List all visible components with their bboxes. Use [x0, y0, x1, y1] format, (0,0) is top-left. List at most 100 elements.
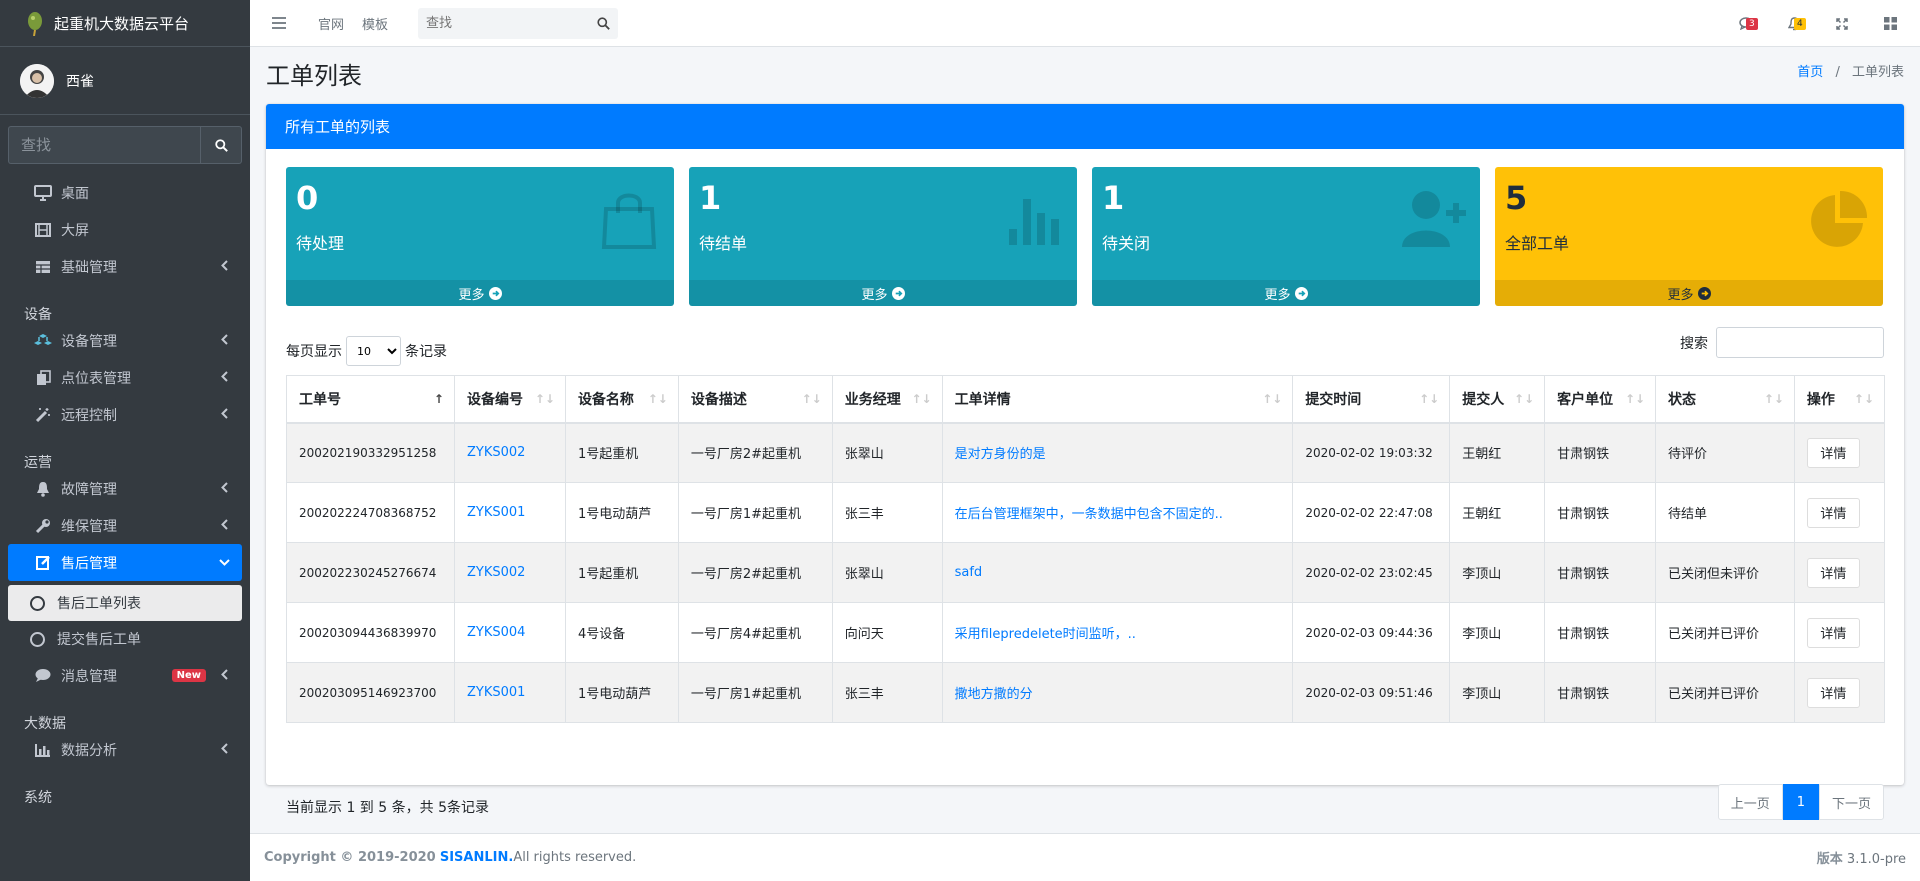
pagination: 上一页 1 下一页: [1717, 784, 1884, 820]
sidebar-item-messages[interactable]: 消息管理 New: [8, 657, 242, 694]
stat-box-to-close: 1 待关闭 更多: [1092, 167, 1480, 306]
sidebar-item-desktop[interactable]: 桌面: [8, 174, 242, 211]
stat-label: 待处理: [296, 234, 345, 253]
sidebar-item-label: 数据分析: [61, 742, 117, 759]
cell-detail: 撒地方撒的分: [941, 662, 1294, 723]
device-code-link[interactable]: ZYKS004: [467, 625, 525, 640]
hamburger-icon: [272, 17, 286, 29]
cell-text: 待结单: [1668, 507, 1708, 522]
column-header[interactable]: 工单号 ↑: [286, 375, 455, 424]
ticket-detail-link[interactable]: 在后台管理框架中，一条数据中包含不固定的..: [955, 507, 1223, 522]
cell-text: 2020-02-02 19:03:32: [1305, 445, 1433, 460]
stat-value: 1: [699, 179, 722, 217]
nav-header-bigdata: 大数据: [24, 716, 66, 732]
cell-name: 1号起重机: [564, 422, 679, 483]
table-info: 当前显示 1 到 5 条，共 5条记录: [286, 800, 489, 816]
nav-link-template[interactable]: 模板: [362, 14, 388, 33]
cell-text: 一号厂房2#起重机: [690, 567, 802, 582]
detail-button[interactable]: 详情: [1806, 497, 1860, 528]
sidebar-item-bigscreen[interactable]: 大屏: [8, 211, 242, 248]
navbar-right: 3 4: [1722, 0, 1920, 47]
sidebar-search-button[interactable]: [200, 126, 242, 164]
fullscreen-button[interactable]: [1818, 0, 1866, 47]
column-header-label: 状态: [1668, 391, 1697, 408]
stat-box-pending: 0 待处理 更多: [286, 167, 674, 306]
cell-code: ZYKS001: [453, 662, 566, 723]
device-code-link[interactable]: ZYKS001: [467, 685, 525, 700]
column-header[interactable]: 设备名称 ↑↓: [564, 375, 679, 424]
sidebar-item-points[interactable]: 点位表管理: [8, 359, 242, 396]
brand-link[interactable]: 起重机大数据云平台: [0, 0, 250, 47]
navbar-search-button[interactable]: [588, 8, 618, 39]
cell-detail: 采用filepredelete时间监听，..: [941, 602, 1294, 663]
stat-more-link[interactable]: 更多: [689, 280, 1077, 306]
sidebar-item-data-analysis[interactable]: 数据分析: [8, 731, 242, 768]
site-link[interactable]: SISANLIN.: [440, 850, 513, 865]
detail-button[interactable]: 详情: [1806, 557, 1860, 588]
navbar-search-input[interactable]: [418, 7, 589, 39]
cell-text: 李顶山: [1462, 567, 1502, 582]
ticket-detail-link[interactable]: 撒地方撒的分: [955, 687, 1033, 702]
pagination-next[interactable]: 下一页: [1818, 784, 1884, 820]
copy-icon: [33, 369, 53, 386]
sidebar-item-maintenance[interactable]: 维保管理: [8, 507, 242, 544]
column-header[interactable]: 工单详情 ↑↓: [941, 375, 1294, 424]
sidebar-subitem-submit-ticket[interactable]: 提交售后工单: [8, 621, 242, 657]
user-panel[interactable]: 西雀: [0, 47, 250, 115]
column-header[interactable]: 业务经理 ↑↓: [831, 375, 943, 424]
column-header[interactable]: 状态 ↑↓: [1655, 375, 1795, 424]
device-code-link[interactable]: ZYKS002: [467, 565, 525, 580]
pagination-page[interactable]: 1: [1782, 784, 1819, 820]
detail-button[interactable]: 详情: [1806, 677, 1860, 708]
sidebar-search-input[interactable]: [8, 126, 200, 164]
notifications-dropdown[interactable]: 4: [1770, 0, 1818, 47]
breadcrumb-home-link[interactable]: 首页: [1797, 65, 1823, 80]
brand-logo-icon: [22, 10, 46, 37]
content-wrapper: 工单列表 首页 / 工单列表 所有工单的列表 0 待处理 更多 1 待结单 更多…: [250, 47, 1920, 833]
sort-icon: ↑↓: [1624, 392, 1646, 406]
ticket-detail-link[interactable]: safd: [955, 565, 983, 580]
sidebar-item-fault[interactable]: 故障管理: [8, 470, 242, 507]
table-search-input[interactable]: [1716, 327, 1884, 358]
menu-toggle-button[interactable]: [272, 17, 302, 29]
desktop-icon: [33, 184, 53, 201]
control-sidebar-button[interactable]: [1866, 0, 1914, 47]
detail-button[interactable]: 详情: [1806, 437, 1860, 468]
column-header[interactable]: 客户单位 ↑↓: [1544, 375, 1657, 424]
arrow-circle-right-icon: [488, 286, 502, 300]
stat-more-link[interactable]: 更多: [286, 280, 674, 306]
device-code-link[interactable]: ZYKS002: [467, 445, 525, 460]
pagination-prev[interactable]: 上一页: [1717, 784, 1783, 820]
cell-name: 1号电动葫芦: [564, 482, 679, 543]
messages-dropdown[interactable]: 3: [1722, 0, 1770, 47]
sidebar-subitem-aftersales-list[interactable]: 售后工单列表: [8, 585, 242, 621]
column-header[interactable]: 设备描述 ↑↓: [677, 375, 833, 424]
page-length-suffix: 条记录: [405, 344, 447, 360]
page-length-select[interactable]: 10: [346, 336, 401, 366]
ticket-detail-link[interactable]: 采用filepredelete时间监听，..: [955, 627, 1136, 642]
device-code-link[interactable]: ZYKS001: [467, 505, 525, 520]
sidebar-item-equipment[interactable]: 设备管理: [8, 322, 242, 359]
avatar[interactable]: [20, 63, 54, 98]
sidebar-item-remote[interactable]: 远程控制: [8, 396, 242, 433]
user-name[interactable]: 西雀: [66, 71, 94, 91]
table-row: 200202224708368752 ZYKS001 1号电动葫芦 一号厂房1#起重机…: [286, 482, 1886, 543]
sidebar-item-aftersales[interactable]: 售后管理: [8, 544, 242, 581]
column-header[interactable]: 提交时间 ↑↓: [1292, 375, 1451, 424]
stat-more-link[interactable]: 更多: [1495, 280, 1883, 306]
stat-more-link[interactable]: 更多: [1092, 280, 1480, 306]
sidebar-item-label: 桌面: [61, 185, 89, 202]
nav-link-official[interactable]: 官网: [318, 14, 344, 33]
copyright-text: Copyright © 2019-2020: [264, 850, 436, 865]
ticket-detail-link[interactable]: 是对方身份的是: [955, 447, 1046, 462]
navbar-search: [418, 7, 619, 39]
sidebar: 起重机大数据云平台 西雀 桌面 大屏 基础管理 设备 设备管理 点位表管理: [0, 0, 250, 881]
sort-icon: ↑↓: [1853, 392, 1874, 406]
column-header[interactable]: 操作 ↑↓: [1793, 375, 1886, 424]
detail-button[interactable]: 详情: [1806, 617, 1860, 648]
cell-code: ZYKS001: [453, 482, 566, 543]
column-header[interactable]: 提交人 ↑↓: [1449, 375, 1546, 424]
sidebar-item-basic[interactable]: 基础管理: [8, 248, 242, 285]
version-label: 版本: [1816, 852, 1843, 867]
column-header[interactable]: 设备编号 ↑↓: [453, 375, 566, 424]
